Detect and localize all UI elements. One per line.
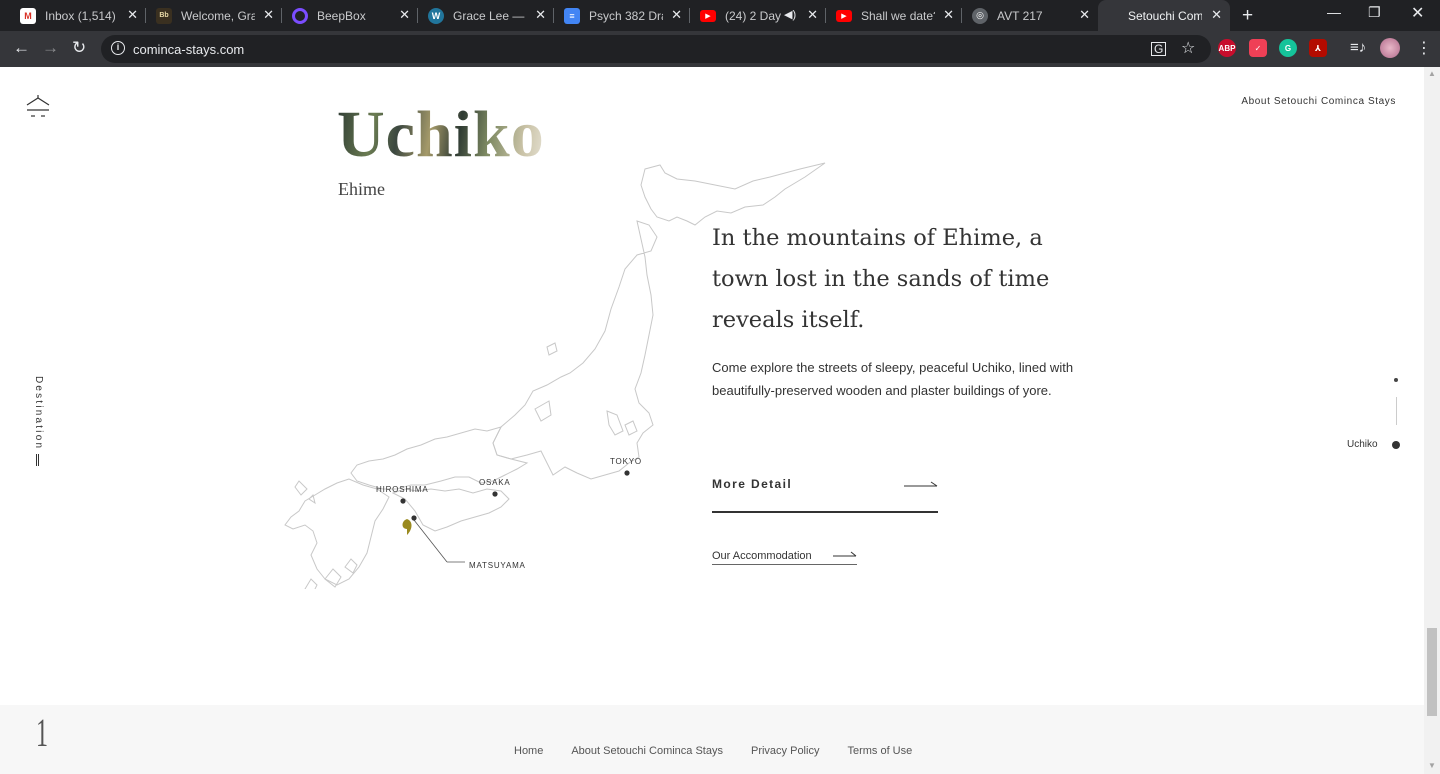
tab-title: (24) 2 Days (725, 8, 781, 23)
tab-beepbox[interactable]: BeepBox ✕ (282, 0, 418, 31)
page-scrollbar[interactable]: ▲ ▼ (1424, 67, 1440, 774)
description: Come explore the streets of sleepy, peac… (712, 360, 1074, 398)
osaka-dot (492, 491, 498, 497)
footer-link-about[interactable]: About Setouchi Cominca Stays (571, 745, 723, 757)
tab-title: Psych 382 Draf (589, 8, 663, 23)
close-tab-icon[interactable]: ✕ (807, 7, 818, 23)
arrow-right-icon (833, 551, 857, 557)
browser-toolbar: ← → ↻ i cominca-stays.com G ☆ ABP ✓ G ⅄ … (0, 31, 1440, 67)
menu-kebab-icon[interactable]: ⋮ (1416, 38, 1432, 58)
close-tab-icon[interactable]: ✕ (671, 7, 682, 23)
pager-label-uchiko[interactable]: Uchiko (1347, 439, 1378, 450)
close-tab-icon[interactable]: ✕ (127, 7, 138, 23)
close-tab-icon[interactable]: ✕ (1211, 7, 1222, 23)
more-detail-label: More Detail (712, 477, 793, 491)
tab-youtube-shall-we-date[interactable]: ▶ Shall we date? ✕ (826, 0, 962, 31)
site-info-icon[interactable]: i (111, 41, 125, 55)
more-detail-button[interactable]: More Detail (712, 475, 938, 513)
media-queue-icon[interactable]: ≡♪ (1350, 39, 1366, 56)
beepbox-icon (292, 7, 308, 24)
close-tab-icon[interactable]: ✕ (263, 7, 274, 23)
tokyo-dot (624, 470, 630, 476)
tab-avt-217[interactable]: ◎ AVT 217 ✕ (962, 0, 1098, 31)
globe-icon: ◎ (972, 7, 988, 24)
tab-title: Inbox (1,514) - (45, 8, 119, 23)
scroll-up-icon[interactable]: ▲ (1428, 69, 1436, 78)
accommodation-label: Our Accommodation (712, 550, 812, 562)
destination-side-label: Destination (33, 376, 44, 451)
arrow-right-icon (904, 481, 938, 487)
translate-icon[interactable]: G (1151, 42, 1167, 56)
footer: 1 Home About Setouchi Cominca Stays Priv… (0, 705, 1424, 774)
web-page: About Setouchi Cominca Stays Destination… (0, 67, 1424, 774)
close-window-icon[interactable]: ✕ (1411, 3, 1424, 23)
map-label-tokyo: TOKYO (610, 457, 642, 466)
forward-button[interactable]: → (42, 38, 59, 58)
pager-dot-current[interactable] (1392, 441, 1400, 449)
url-text[interactable]: cominca-stays.com (133, 42, 244, 57)
speaker-icon[interactable]: ◀) (784, 8, 796, 21)
pocket-icon[interactable]: ✓ (1249, 39, 1267, 57)
tab-title: AVT 217 (997, 8, 1043, 23)
tab-title: Grace Lee — W (453, 8, 527, 23)
destination-tick (36, 454, 39, 466)
map-label-hiroshima: HIROSHIMA (376, 485, 429, 494)
scroll-down-icon[interactable]: ▼ (1428, 761, 1436, 770)
tab-title: Setouchi Comi (1128, 8, 1202, 23)
footer-link-home[interactable]: Home (514, 745, 543, 757)
pager-line (1396, 397, 1397, 425)
avatar[interactable] (1380, 38, 1400, 58)
pdf-icon[interactable]: ⅄ (1309, 39, 1327, 57)
reload-button[interactable]: ↻ (72, 38, 86, 58)
tab-title: Welcome, Grac (181, 8, 255, 23)
our-accommodation-link[interactable]: Our Accommodation (712, 546, 857, 565)
new-tab-button[interactable]: + (1242, 5, 1253, 27)
tab-strip: M Inbox (1,514) - ✕ Bb Welcome, Grac ✕ B… (0, 0, 1440, 31)
footer-link-terms[interactable]: Terms of Use (847, 745, 912, 757)
close-tab-icon[interactable]: ✕ (399, 7, 410, 23)
site-logo-icon[interactable] (25, 94, 51, 120)
map-label-matsuyama: MATSUYAMA (469, 561, 526, 570)
google-docs-icon: ≡ (564, 7, 580, 24)
hokkaido-outline (640, 162, 826, 226)
matsuyama-dot (411, 515, 417, 521)
about-link[interactable]: About Setouchi Cominca Stays (1241, 96, 1396, 107)
page-number: 1 (36, 710, 48, 755)
adblock-icon[interactable]: ABP (1218, 39, 1236, 57)
minimize-window-icon[interactable]: — (1327, 4, 1341, 20)
gmail-icon: M (20, 7, 36, 24)
close-tab-icon[interactable]: ✕ (535, 7, 546, 23)
hiroshima-dot (400, 498, 406, 504)
back-button[interactable]: ← (13, 38, 30, 58)
grammarly-icon[interactable]: G (1279, 39, 1297, 57)
tab-wordpress[interactable]: W Grace Lee — W ✕ (418, 0, 554, 31)
tab-title: BeepBox (317, 8, 366, 23)
blackboard-icon: Bb (156, 7, 172, 24)
bookmark-star-icon[interactable]: ☆ (1181, 38, 1195, 58)
tab-blackboard[interactable]: Bb Welcome, Grac ✕ (146, 0, 282, 31)
tab-gmail[interactable]: M Inbox (1,514) - ✕ (10, 0, 146, 31)
honshu-outline (492, 220, 658, 480)
tab-setouchi-active[interactable]: Setouchi Comi ✕ (1098, 0, 1230, 31)
tab-google-docs[interactable]: ≡ Psych 382 Draf ✕ (554, 0, 690, 31)
uchiko-location-marker (402, 519, 412, 535)
tab-title: Shall we date? (861, 8, 935, 23)
footer-nav: Home About Setouchi Cominca Stays Privac… (514, 745, 912, 757)
pager-dot-previous[interactable] (1394, 378, 1398, 382)
tab-youtube-2-days[interactable]: ▶ (24) 2 Days ◀) ✕ (690, 0, 826, 31)
close-tab-icon[interactable]: ✕ (943, 7, 954, 23)
footer-link-privacy[interactable]: Privacy Policy (751, 745, 819, 757)
scrollbar-thumb[interactable] (1427, 628, 1437, 716)
youtube-icon: ▶ (836, 9, 852, 22)
maximize-window-icon[interactable]: ❐ (1368, 4, 1381, 21)
address-bar[interactable]: i cominca-stays.com G ☆ (101, 35, 1211, 63)
youtube-icon: ▶ (700, 9, 716, 22)
headline: In the mountains of Ehime, a town lost i… (712, 225, 1050, 333)
map-label-osaka: OSAKA (479, 478, 511, 487)
close-tab-icon[interactable]: ✕ (1079, 7, 1090, 23)
wordpress-icon: W (428, 7, 444, 24)
